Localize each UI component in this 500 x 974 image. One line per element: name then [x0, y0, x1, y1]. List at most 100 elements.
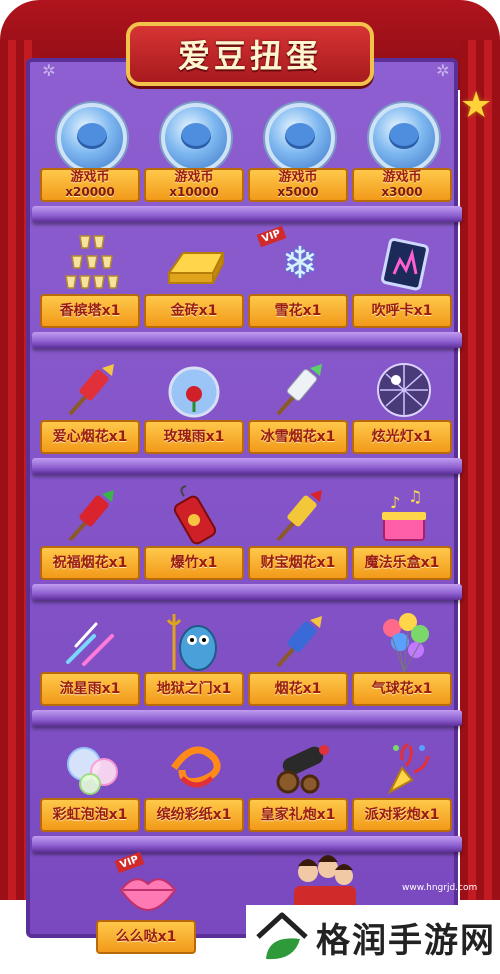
prize-item[interactable]: 炫光灯x1	[352, 352, 456, 462]
disco-ball-icon	[364, 354, 444, 426]
firework-rocket-icon	[260, 354, 340, 426]
prize-item[interactable]: 冰雪烟花x1	[248, 352, 352, 462]
prize-item[interactable]: 游戏币 x5000	[248, 100, 352, 210]
prize-name: 魔法乐盒x1	[364, 555, 440, 571]
prize-item[interactable]: 气球花x1	[352, 604, 456, 714]
shelf-row: 彩虹泡泡x1 缤纷彩纸x1 皇家礼炮x1 派对彩炮x1	[32, 730, 462, 852]
svg-text:♫: ♫	[408, 487, 422, 506]
music-box-icon: ♪ ♫	[364, 480, 444, 552]
coin-icon	[156, 102, 236, 174]
prize-qty: x20000	[65, 185, 115, 199]
shelf-row: 祝福烟花x1 爆竹x1 财宝烟花x1 ♪ ♫ 魔法乐盒x1	[32, 478, 462, 600]
prize-label: 皇家礼炮x1	[248, 798, 348, 832]
prize-label: 爱心烟花x1	[40, 420, 140, 454]
curtain-right	[460, 40, 500, 900]
prize-name: 金砖x1	[170, 303, 218, 319]
prize-item[interactable]: 吹呼卡x1	[352, 226, 456, 336]
prize-item[interactable]: 缤纷彩纸x1	[144, 730, 248, 840]
title-plate: 爱豆扭蛋	[126, 22, 374, 86]
prize-label: 魔法乐盒x1	[352, 546, 452, 580]
prize-item[interactable]: 爆竹x1	[144, 478, 248, 588]
prize-name: 爱心烟花x1	[52, 429, 128, 445]
prize-item[interactable]: 流星雨x1	[40, 604, 144, 714]
prize-label: 烟花x1	[248, 672, 348, 706]
prize-name: 缤纷彩纸x1	[156, 807, 232, 823]
prize-item[interactable]: 玫瑰雨x1	[144, 352, 248, 462]
prize-name: 地狱之门x1	[156, 681, 232, 697]
page-title: 爱豆扭蛋	[177, 37, 322, 75]
shelf-row: 游戏币 x20000 游戏币 x10000 游戏币 x5000 游戏币 x300…	[32, 100, 462, 222]
prize-label: 财宝烟花x1	[248, 546, 348, 580]
monster-icon	[156, 606, 236, 678]
prize-item[interactable]: ♪ ♫ 魔法乐盒x1	[352, 478, 456, 588]
prize-name: 皇家礼炮x1	[260, 807, 336, 823]
prize-label: 地狱之门x1	[144, 672, 244, 706]
prize-name: 炫光灯x1	[371, 429, 433, 445]
meteor-shower-icon	[52, 606, 132, 678]
firework-rocket-icon	[260, 606, 340, 678]
confetti-ribbon-icon	[156, 732, 236, 804]
bubbles-icon	[52, 732, 132, 804]
prize-label: 游戏币 x10000	[144, 168, 244, 202]
prize-label: 么么哒x1	[96, 920, 196, 954]
prize-item[interactable]: 游戏币 x3000	[352, 100, 456, 210]
prize-item[interactable]: 财宝烟花x1	[248, 478, 352, 588]
svg-text:♪: ♪	[390, 493, 400, 512]
prize-name: 吹呼卡x1	[371, 303, 433, 319]
prize-item[interactable]: 皇家礼炮x1	[248, 730, 352, 840]
prize-label: 缤纷彩纸x1	[144, 798, 244, 832]
card-icon	[364, 228, 444, 300]
prize-item[interactable]: 金砖x1	[144, 226, 248, 336]
watermark: www.hngrjd.com	[402, 883, 478, 893]
prize-item[interactable]: 游戏币 x20000	[40, 100, 144, 210]
party-group-image	[284, 852, 364, 912]
site-logo: 格润手游网	[246, 905, 500, 969]
prize-name: 祝福烟花x1	[52, 555, 128, 571]
prize-name: 玫瑰雨x1	[163, 429, 225, 445]
prize-label: 吹呼卡x1	[352, 294, 452, 328]
gear-icon: ✲	[42, 61, 56, 80]
champagne-tower-icon	[52, 228, 132, 300]
prize-qty: x3000	[381, 185, 423, 199]
prize-name: 气球花x1	[371, 681, 433, 697]
prize-name: 派对彩炮x1	[364, 807, 440, 823]
rose-globe-icon	[156, 354, 236, 426]
prize-item[interactable]: 派对彩炮x1	[352, 730, 456, 840]
prize-name: 游戏币	[382, 170, 422, 185]
prize-item[interactable]: 地狱之门x1	[144, 604, 248, 714]
shelf-row: 爱心烟花x1 玫瑰雨x1 冰雪烟花x1 炫光灯x1	[32, 352, 462, 474]
prize-label: 派对彩炮x1	[352, 798, 452, 832]
prize-name: 烟花x1	[274, 681, 322, 697]
prize-name: 冰雪烟花x1	[260, 429, 336, 445]
prize-qty: x10000	[169, 185, 219, 199]
gold-bar-icon	[156, 228, 236, 300]
prize-item[interactable]: 祝福烟花x1	[40, 478, 144, 588]
prize-item[interactable]: 彩虹泡泡x1	[40, 730, 144, 840]
prize-item[interactable]: 香槟塔x1	[40, 226, 144, 336]
prize-name: 游戏币	[70, 170, 110, 185]
prize-label: 金砖x1	[144, 294, 244, 328]
coin-icon	[364, 102, 444, 174]
firework-rocket-icon	[260, 480, 340, 552]
prize-name: 香槟塔x1	[59, 303, 121, 319]
prize-item[interactable]: VIP 么么哒x1	[96, 851, 200, 962]
house-leaf-icon	[254, 909, 310, 965]
prize-label: 游戏币 x20000	[40, 168, 140, 202]
prize-label: 彩虹泡泡x1	[40, 798, 140, 832]
firework-rocket-icon	[52, 480, 132, 552]
logo-text: 格润手游网	[316, 920, 496, 961]
prize-item[interactable]: 游戏币 x10000	[144, 100, 248, 210]
prize-label: 冰雪烟花x1	[248, 420, 348, 454]
coin-icon	[52, 102, 132, 174]
prize-item[interactable]: ❄ VIP 雪花x1	[248, 225, 352, 336]
prize-item[interactable]: 爱心烟花x1	[40, 352, 144, 462]
prize-name: 游戏币	[278, 170, 318, 185]
party-popper-icon	[364, 732, 444, 804]
prize-name: 财宝烟花x1	[260, 555, 336, 571]
shelf-row: 香槟塔x1 金砖x1 ❄ VIP 雪花x1 吹呼卡x1	[32, 225, 462, 348]
prize-item[interactable]: 烟花x1	[248, 604, 352, 714]
star-icon: ★	[460, 85, 493, 126]
prize-qty: x5000	[277, 185, 319, 199]
prize-label: 炫光灯x1	[352, 420, 452, 454]
prize-label: 气球花x1	[352, 672, 452, 706]
